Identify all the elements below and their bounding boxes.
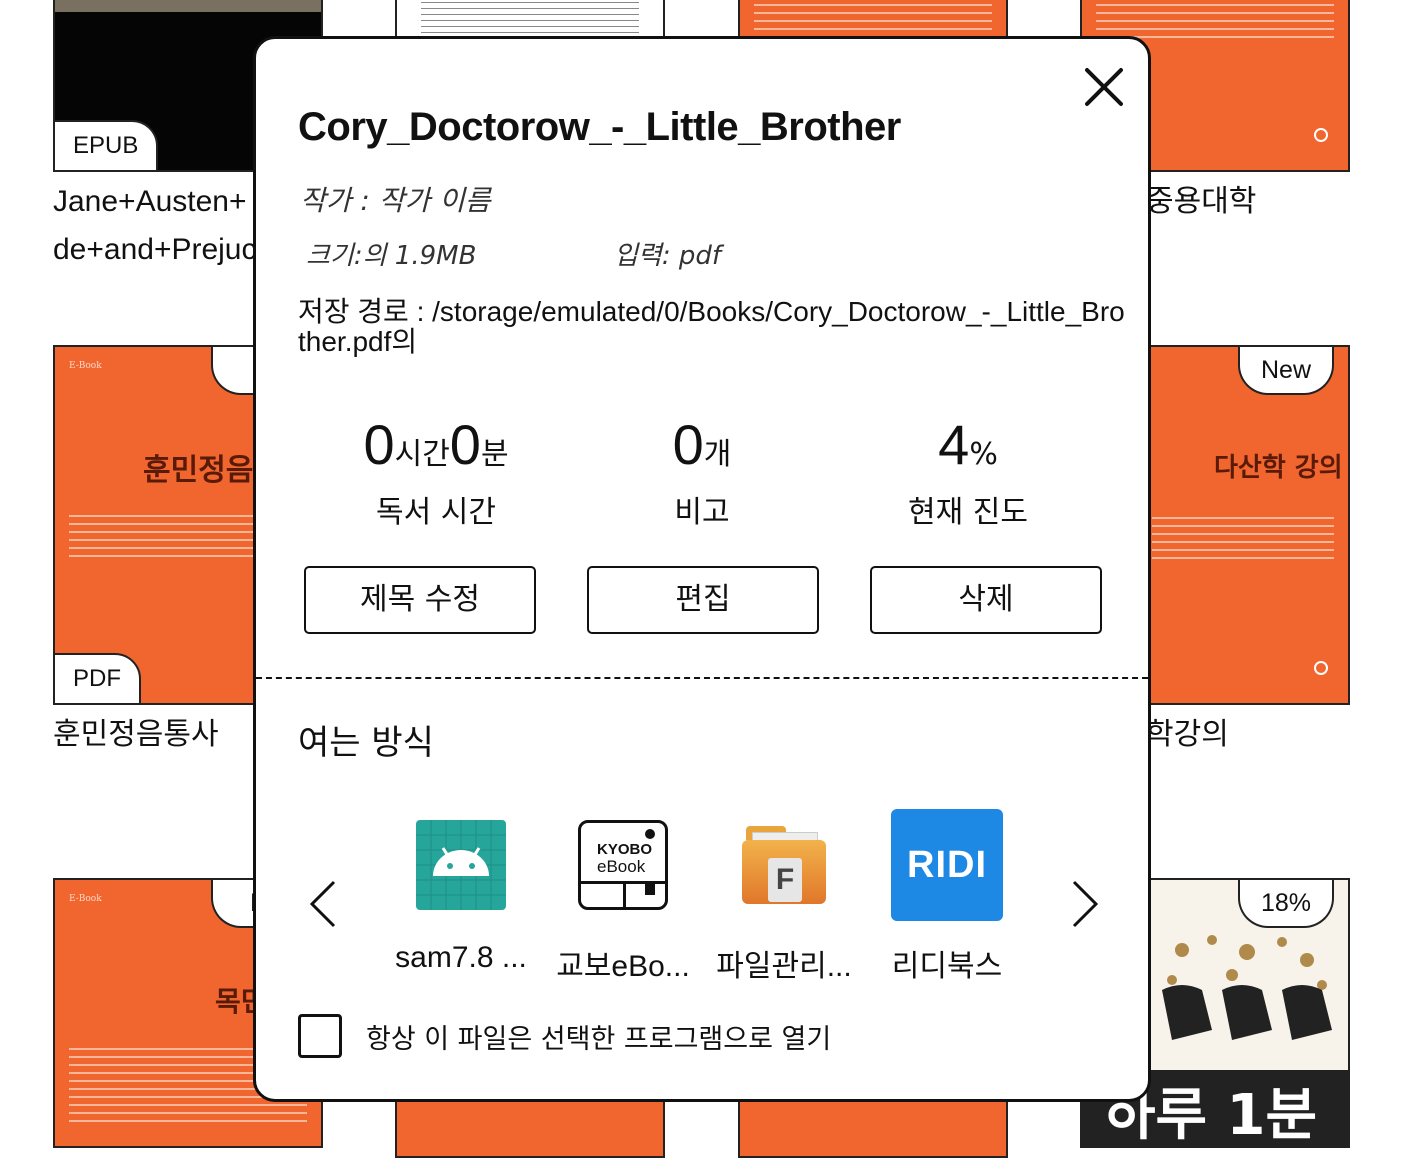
- kyobo-ebook-icon: KYOBO eBook: [567, 809, 679, 921]
- progress-badge: 18%: [1238, 880, 1334, 928]
- format-badge: PDF: [55, 653, 141, 703]
- storage-path-text: 저장 경로 : /storage/emulated/0/Books/Cory_D…: [298, 296, 1125, 357]
- app-option-file-manager[interactable]: F 파일관리...: [709, 809, 859, 985]
- book-cover[interactable]: [738, 0, 1008, 40]
- app-option-sam[interactable]: sam7.8 ...: [386, 809, 536, 975]
- publisher-logo-icon: [1314, 128, 1328, 142]
- author-text: 작가 : 작가 이름: [300, 184, 491, 217]
- book-title[interactable]: Jane+Austen+ de+and+Prejuc: [53, 178, 257, 274]
- edit-button[interactable]: 편집: [587, 566, 819, 634]
- chevron-left-icon[interactable]: [308, 879, 338, 929]
- ridi-icon: RIDI: [891, 809, 1003, 921]
- book-cover[interactable]: [395, 0, 665, 40]
- publisher-logo-icon: [1314, 661, 1328, 675]
- app-name: 교보eBo...: [556, 950, 690, 983]
- section-divider: [256, 677, 1148, 679]
- delete-button[interactable]: 삭제: [870, 566, 1102, 634]
- new-badge: New: [1238, 347, 1334, 395]
- app-name: 파일관리...: [716, 950, 852, 983]
- close-icon[interactable]: [1082, 65, 1126, 109]
- notes-label: 비고: [674, 495, 730, 530]
- reading-time-label: 독서 시간: [376, 495, 496, 530]
- open-with-heading: 여는 방식: [298, 723, 434, 763]
- book-title[interactable]: 학강의: [1146, 711, 1229, 759]
- always-open-checkbox[interactable]: [298, 1014, 342, 1058]
- always-open-label[interactable]: 항상 이 파일은 선택한 프로그램으로 열기: [366, 1017, 831, 1056]
- book-title[interactable]: 훈민정음통사: [53, 711, 219, 759]
- book-cover[interactable]: [738, 1098, 1008, 1158]
- app-name: 리디북스: [891, 950, 1003, 983]
- book-title[interactable]: 중용대학: [1146, 178, 1256, 226]
- app-option-ridi[interactable]: RIDI 리디북스: [872, 809, 1022, 985]
- reading-time-stat: 0시간0분 독서 시간: [306, 413, 566, 531]
- chevron-right-icon[interactable]: [1070, 879, 1100, 929]
- book-cover[interactable]: [395, 1098, 665, 1158]
- file-manager-icon: F: [728, 809, 840, 921]
- progress-stat: 4% 현재 진도: [838, 413, 1098, 531]
- format-badge: EPUB: [55, 120, 159, 170]
- android-icon: [405, 809, 517, 921]
- rename-button[interactable]: 제목 수정: [304, 566, 536, 634]
- book-title-heading: Cory_Doctorow_-_Little_Brother: [298, 105, 901, 149]
- file-type-text: 입력: pdf: [614, 241, 722, 271]
- file-size-text: 크기:의 1.9MB: [306, 241, 477, 271]
- progress-label: 현재 진도: [908, 495, 1028, 530]
- app-option-kyobo[interactable]: KYOBO eBook 교보eBo...: [548, 809, 698, 985]
- app-name: sam7.8 ...: [395, 941, 527, 974]
- notes-stat: 0개 비고: [572, 413, 832, 531]
- book-info-dialog: Cory_Doctorow_-_Little_Brother 작가 : 작가 이…: [253, 36, 1151, 1102]
